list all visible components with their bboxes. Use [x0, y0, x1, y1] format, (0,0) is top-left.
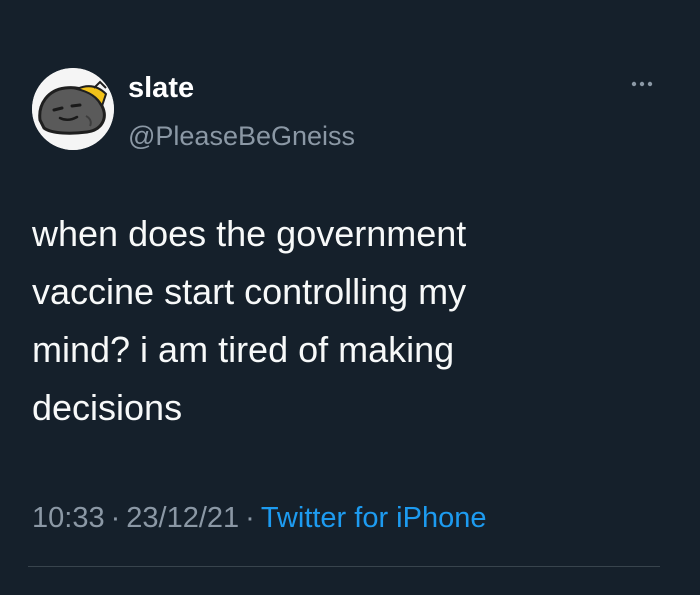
avatar[interactable]: [32, 68, 114, 150]
author-info: slate @PleaseBeGneiss: [128, 70, 355, 154]
tweet-source-link[interactable]: Twitter for iPhone: [261, 502, 487, 534]
tweet-time[interactable]: 10:33: [32, 502, 105, 534]
divider: [28, 566, 660, 567]
meta-separator: ·: [110, 502, 121, 534]
tweet-date[interactable]: 23/12/21: [126, 502, 239, 534]
rock-avatar-icon: [32, 68, 114, 150]
user-handle[interactable]: @PleaseBeGneiss: [128, 118, 355, 154]
tweet-text: when does the government vaccine start c…: [32, 213, 467, 428]
display-name[interactable]: slate: [128, 70, 355, 106]
more-options-button[interactable]: [624, 74, 660, 94]
tweet-card: slate @PleaseBeGneiss when does the gove…: [0, 0, 700, 595]
meta-separator: ·: [245, 502, 255, 534]
tweet-header: slate @PleaseBeGneiss: [32, 66, 660, 156]
tweet-metadata: 10:33 · 23/12/21 · Twitter for iPhone: [32, 498, 486, 538]
more-horizontal-icon: [631, 81, 653, 87]
